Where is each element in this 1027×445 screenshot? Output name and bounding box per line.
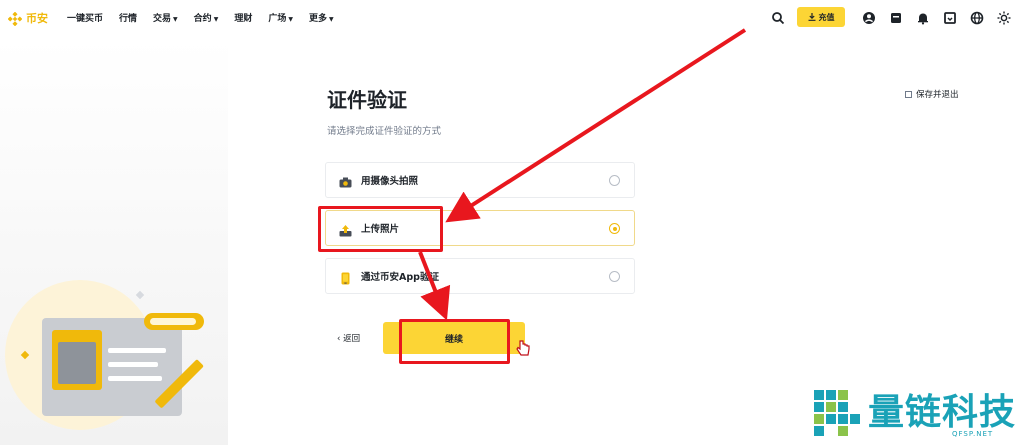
annotation-arrows [418, 28, 747, 321]
watermark-logo-icon [814, 390, 860, 436]
arrow-to-continue [418, 251, 451, 321]
watermark-subtext: QFSP.NET [952, 430, 994, 438]
watermark-text: 量链科技 [868, 392, 1017, 433]
arrow-to-upload [445, 28, 747, 223]
